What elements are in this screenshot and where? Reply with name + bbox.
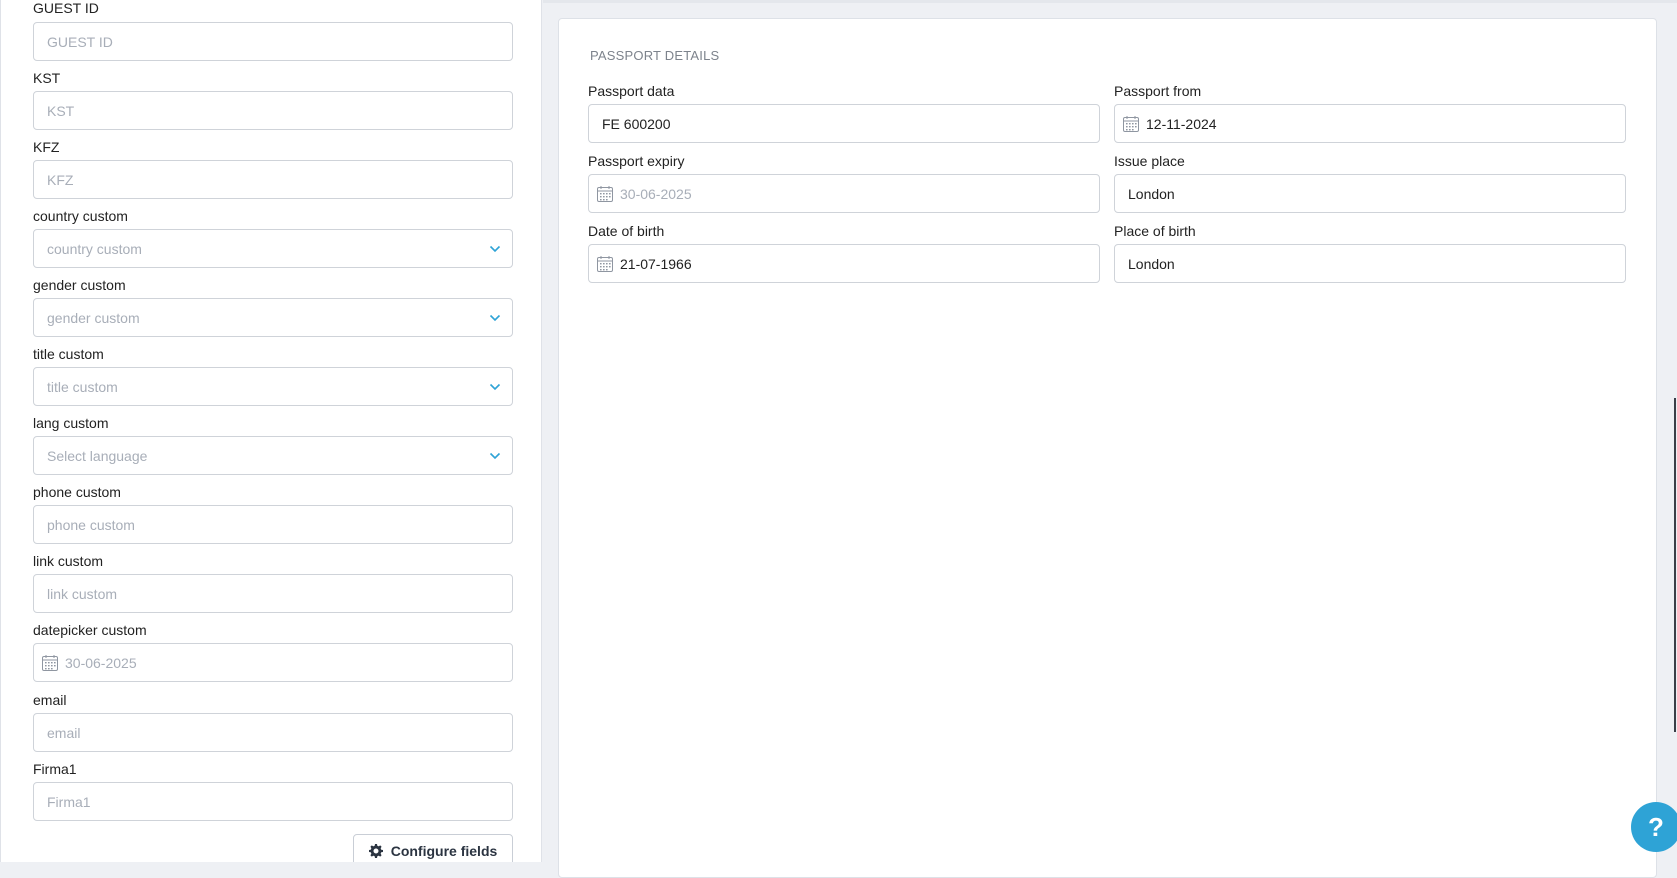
kfz-label: KFZ	[33, 139, 60, 155]
calendar-icon	[597, 185, 613, 202]
section-title: PASSPORT DETAILS	[590, 48, 720, 63]
help-button[interactable]: ?	[1631, 802, 1677, 852]
field-kfz: KFZ KFZ	[33, 139, 513, 199]
firma1-input[interactable]: Firma1	[33, 782, 513, 821]
passport-data-label: Passport data	[588, 83, 675, 99]
firma1-label: Firma1	[33, 761, 77, 777]
field-place-of-birth: Place of birth London	[1114, 223, 1626, 283]
kfz-placeholder: KFZ	[47, 171, 74, 188]
passport-expiry-placeholder: 30-06-2025	[620, 185, 692, 202]
phone-custom-placeholder: phone custom	[47, 516, 135, 533]
field-country-custom: country custom country custom	[33, 208, 513, 268]
kst-label: KST	[33, 70, 61, 86]
gender-custom-label: gender custom	[33, 277, 126, 293]
chevron-down-icon	[489, 314, 501, 321]
lang-custom-select[interactable]: Select language	[33, 436, 513, 475]
datepicker-custom-placeholder: 30-06-2025	[65, 654, 137, 671]
configure-fields-button[interactable]: Configure fields	[353, 834, 513, 862]
issue-place-value: London	[1128, 185, 1175, 202]
date-of-birth-label: Date of birth	[588, 223, 665, 239]
help-button-label: ?	[1648, 811, 1664, 842]
field-date-of-birth: Date of birth 21-07-1966	[588, 223, 1100, 283]
field-firma1: Firma1 Firma1	[33, 761, 513, 821]
field-passport-from: Passport from 12-11-2024	[1114, 83, 1626, 143]
passport-data-input[interactable]: FE 600200	[588, 104, 1100, 143]
link-custom-placeholder: link custom	[47, 585, 118, 602]
title-custom-select[interactable]: title custom	[33, 367, 513, 406]
calendar-icon	[42, 654, 58, 671]
link-custom-label: link custom	[33, 553, 104, 569]
passport-details-card: PASSPORT DETAILS Passport data FE 600200…	[558, 18, 1657, 878]
title-custom-placeholder: title custom	[47, 378, 118, 395]
link-custom-input[interactable]: link custom	[33, 574, 513, 613]
kst-placeholder: KST	[47, 102, 75, 119]
datepicker-custom-input[interactable]: 30-06-2025	[33, 643, 513, 682]
gender-custom-select[interactable]: gender custom	[33, 298, 513, 337]
scrollbar[interactable]	[1674, 398, 1676, 732]
field-kst: KST KST	[33, 70, 513, 130]
field-link-custom: link custom link custom	[33, 553, 513, 613]
guest-id-placeholder: GUEST ID	[47, 33, 113, 50]
gender-custom-placeholder: gender custom	[47, 309, 140, 326]
field-email: email email	[33, 692, 513, 752]
lang-custom-placeholder: Select language	[47, 447, 148, 464]
guest-id-label: GUEST ID	[33, 0, 99, 16]
configure-fields-label: Configure fields	[390, 843, 498, 859]
title-custom-label: title custom	[33, 346, 104, 362]
lang-custom-label: lang custom	[33, 415, 109, 431]
passport-data-value: FE 600200	[602, 115, 671, 132]
kst-input[interactable]: KST	[33, 91, 513, 130]
guest-id-input[interactable]: GUEST ID	[33, 22, 513, 61]
field-lang-custom: lang custom Select language	[33, 415, 513, 475]
field-title-custom: title custom title custom	[33, 346, 513, 406]
phone-custom-label: phone custom	[33, 484, 121, 500]
country-custom-select[interactable]: country custom	[33, 229, 513, 268]
passport-from-value: 12-11-2024	[1146, 115, 1217, 132]
field-passport-expiry: Passport expiry 30-06-2025	[588, 153, 1100, 213]
chevron-down-icon	[489, 452, 501, 459]
field-gender-custom: gender custom gender custom	[33, 277, 513, 337]
field-phone-custom: phone custom phone custom	[33, 484, 513, 544]
country-custom-label: country custom	[33, 208, 128, 224]
datepicker-custom-label: datepicker custom	[33, 622, 147, 638]
field-guest-id: GUEST ID GUEST ID	[33, 0, 513, 61]
guest-form-panel: GUEST ID GUEST ID KST KST KFZ KFZ countr…	[0, 0, 542, 862]
issue-place-input[interactable]: London	[1114, 174, 1626, 213]
issue-place-label: Issue place	[1114, 153, 1185, 169]
email-placeholder: email	[47, 724, 81, 741]
chevron-down-icon	[489, 245, 501, 252]
passport-expiry-label: Passport expiry	[588, 153, 685, 169]
date-of-birth-value: 21-07-1966	[620, 255, 692, 272]
country-custom-placeholder: country custom	[47, 240, 142, 257]
passport-from-input[interactable]: 12-11-2024	[1114, 104, 1626, 143]
calendar-icon	[1123, 115, 1139, 132]
firma1-placeholder: Firma1	[47, 793, 91, 810]
place-of-birth-value: London	[1128, 255, 1175, 272]
phone-custom-input[interactable]: phone custom	[33, 505, 513, 544]
field-passport-data: Passport data FE 600200	[588, 83, 1100, 143]
passport-from-label: Passport from	[1114, 83, 1202, 99]
place-of-birth-input[interactable]: London	[1114, 244, 1626, 283]
kfz-input[interactable]: KFZ	[33, 160, 513, 199]
field-issue-place: Issue place London	[1114, 153, 1626, 213]
chevron-down-icon	[489, 383, 501, 390]
date-of-birth-input[interactable]: 21-07-1966	[588, 244, 1100, 283]
calendar-icon	[597, 255, 613, 272]
email-input[interactable]: email	[33, 713, 513, 752]
email-label: email	[33, 692, 67, 708]
passport-expiry-input[interactable]: 30-06-2025	[588, 174, 1100, 213]
gear-icon	[368, 844, 383, 858]
field-datepicker-custom: datepicker custom 30-06-2025	[33, 622, 513, 682]
place-of-birth-label: Place of birth	[1114, 223, 1196, 239]
top-divider	[543, 0, 1677, 3]
